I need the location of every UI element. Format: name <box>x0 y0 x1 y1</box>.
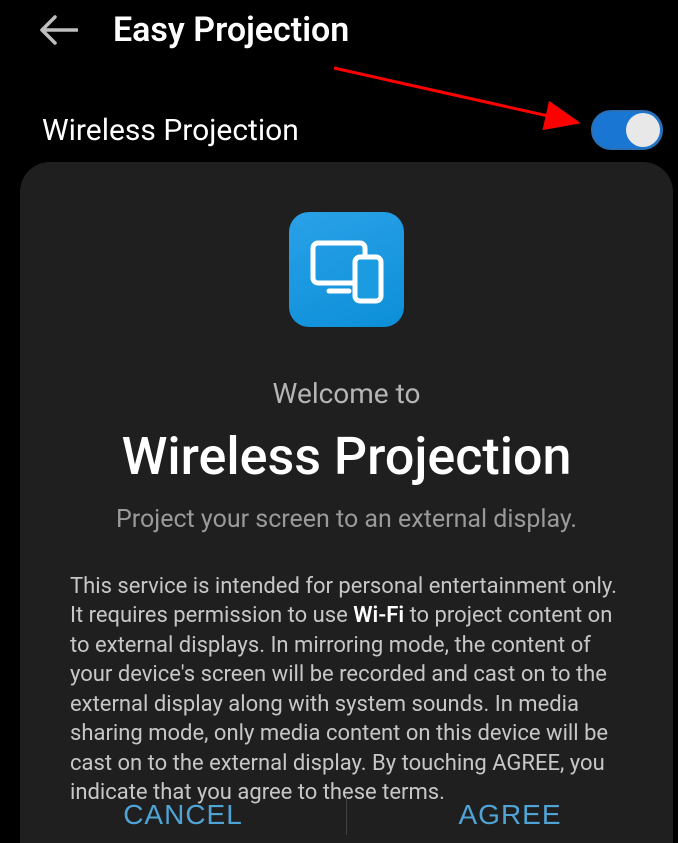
page-title: Easy Projection <box>113 10 349 50</box>
welcome-dialog: Welcome to Wireless Projection Project y… <box>20 162 673 843</box>
back-arrow-icon[interactable] <box>40 15 78 45</box>
toggle-knob <box>626 113 660 147</box>
dialog-body: This service is intended for personal en… <box>20 572 673 808</box>
wireless-projection-setting: Wireless Projection <box>0 70 678 160</box>
dialog-title: Wireless Projection <box>20 426 673 487</box>
dialog-body-bold: Wi-Fi <box>353 603 404 628</box>
dialog-actions: CANCEL AGREE <box>20 787 673 843</box>
cancel-button[interactable]: CANCEL <box>20 787 346 843</box>
dialog-welcome: Welcome to <box>20 377 673 410</box>
setting-label: Wireless Projection <box>42 113 299 148</box>
agree-button[interactable]: AGREE <box>347 787 673 843</box>
dialog-body-post: to project content on to external displa… <box>70 603 612 805</box>
dialog-subtitle: Project your screen to an external displ… <box>20 505 673 534</box>
screen-cast-icon <box>289 212 404 327</box>
wireless-projection-toggle[interactable] <box>591 110 663 150</box>
